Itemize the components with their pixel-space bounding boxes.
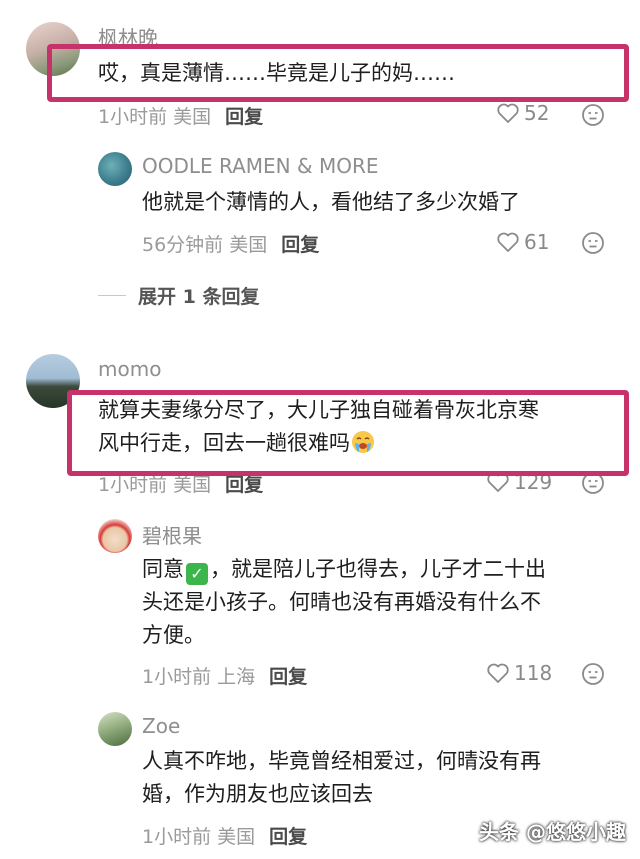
comment-text-line: 同意 ✓ ，就是陪儿子也得去，儿子才二十出 — [142, 553, 546, 586]
location: 美国 — [229, 234, 268, 256]
reply-button[interactable]: 回复 — [269, 666, 307, 688]
check-mark-emoji-icon: ✓ — [186, 563, 208, 585]
comment-text-line: 方便。 — [142, 623, 205, 647]
comment-meta: 1小时前 美国 回复 — [142, 822, 307, 849]
timestamp: 1小时前 — [98, 474, 168, 496]
reply-button[interactable]: 回复 — [225, 474, 263, 496]
username[interactable]: 枫林晚 — [98, 22, 158, 51]
avatar[interactable] — [98, 712, 132, 746]
comment-text-part: ，就是陪儿子也得去，儿子才二十出 — [210, 557, 546, 581]
avatar[interactable] — [98, 152, 132, 186]
reply-button[interactable]: 回复 — [225, 106, 263, 128]
like-count: 118 — [514, 661, 553, 685]
comment-meta: 1小时前 上海 回复 — [142, 662, 307, 689]
like-count: 52 — [524, 101, 550, 125]
watermark: 头条 @悠悠小趣 — [479, 820, 626, 844]
comment-text: 同意 ✓ ，就是陪儿子也得去，儿子才二十出 头还是小孩子。何晴也没有再婚没有什么不 … — [142, 553, 546, 652]
username[interactable]: OODLE RAMEN & MORE — [142, 154, 378, 178]
heart-icon — [487, 472, 509, 492]
comment-meta: 56分钟前 美国 回复 — [142, 230, 319, 257]
timestamp: 1小时前 — [142, 826, 212, 848]
comment-text-line: 人真不咋地，毕竟曾经相爱过，何晴没有再 — [142, 749, 541, 773]
comment-text: 就算夫妻缘分尽了，大儿子独自碰着骨灰北京寒 风中行走，回去一趟很难吗 — [72, 392, 624, 472]
dislike-face-icon[interactable] — [581, 231, 605, 255]
comment-text-line: 婚，作为朋友也应该回去 — [142, 782, 373, 806]
heart-icon — [497, 232, 519, 252]
like-count: 61 — [524, 230, 550, 254]
divider — [98, 295, 126, 296]
avatar[interactable] — [98, 519, 132, 553]
timestamp: 1小时前 — [142, 666, 212, 688]
like-button[interactable]: 52 — [496, 101, 549, 125]
expand-replies-label: 展开 1 条回复 — [138, 286, 260, 308]
expand-replies-button[interactable]: 展开 1 条回复 — [98, 282, 259, 309]
comment-text-line-content: 风中行走，回去一趟很难吗 — [98, 431, 350, 455]
dislike-face-icon[interactable] — [581, 471, 605, 495]
avatar[interactable] — [26, 22, 80, 76]
location: 美国 — [217, 826, 256, 848]
heart-icon — [497, 103, 519, 123]
comment-text: 人真不咋地，毕竟曾经相爱过，何晴没有再 婚，作为朋友也应该回去 — [142, 745, 541, 811]
comment-text-line: 风中行走，回去一趟很难吗 — [98, 427, 624, 460]
like-count: 129 — [514, 470, 553, 494]
location: 美国 — [173, 106, 212, 128]
crying-face-emoji-icon — [352, 431, 374, 453]
like-button[interactable]: 129 — [486, 470, 552, 494]
comment-meta: 1小时前 美国 回复 — [98, 102, 263, 129]
comment-text-part: 同意 — [142, 557, 184, 581]
timestamp: 56分钟前 — [142, 234, 224, 256]
reply-button[interactable]: 回复 — [269, 826, 307, 848]
dislike-face-icon[interactable] — [581, 103, 605, 127]
reply-button[interactable]: 回复 — [281, 234, 319, 256]
comment-text-line: 头还是小孩子。何晴也没有再婚没有什么不 — [142, 590, 541, 614]
username[interactable]: 碧根果 — [142, 520, 202, 549]
comment-meta: 1小时前 美国 回复 — [98, 470, 263, 497]
location: 美国 — [173, 474, 212, 496]
comment-text: 他就是个薄情的人，看他结了多少次婚了 — [142, 190, 520, 214]
username[interactable]: Zoe — [142, 714, 180, 738]
comment-text: 哎，真是薄情……毕竟是儿子的妈…… — [98, 57, 455, 90]
heart-icon — [487, 663, 509, 683]
like-button[interactable]: 61 — [496, 230, 549, 254]
comment-text-line: 就算夫妻缘分尽了，大儿子独自碰着骨灰北京寒 — [98, 398, 539, 422]
timestamp: 1小时前 — [98, 106, 168, 128]
like-button[interactable]: 118 — [486, 661, 552, 685]
username[interactable]: momo — [98, 357, 161, 381]
dislike-face-icon[interactable] — [581, 662, 605, 686]
location: 上海 — [217, 666, 256, 688]
